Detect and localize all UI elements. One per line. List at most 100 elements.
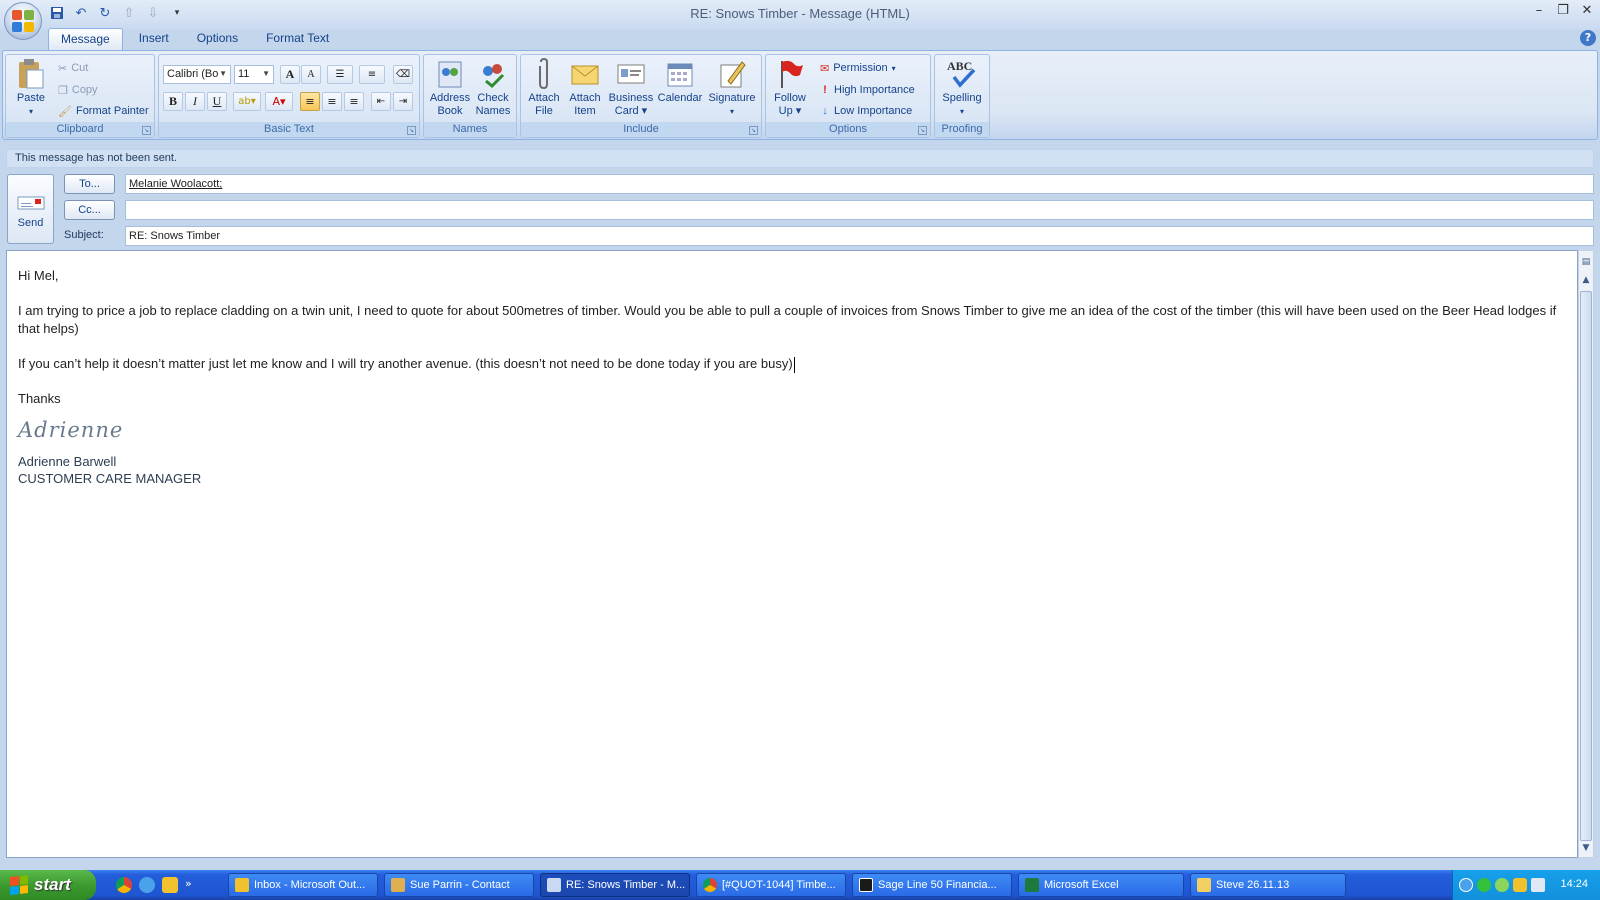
tray-collapse-icon[interactable] bbox=[1459, 878, 1473, 892]
security-icon[interactable] bbox=[1495, 878, 1509, 892]
calendar-button[interactable]: Calendar bbox=[655, 58, 705, 105]
paintbrush-icon: 🖌 bbox=[58, 105, 72, 118]
subject-field[interactable]: RE: Snows Timber bbox=[125, 226, 1594, 246]
task-folder[interactable]: Steve 26.11.13 bbox=[1190, 873, 1346, 897]
windows-logo-icon bbox=[10, 875, 28, 895]
restore-icon[interactable]: ❐ bbox=[1556, 3, 1570, 19]
minimize-icon[interactable]: – bbox=[1532, 3, 1546, 19]
clock: 14:24 bbox=[1560, 878, 1588, 890]
increase-indent-button[interactable]: ⇥ bbox=[393, 92, 413, 111]
vertical-scrollbar[interactable]: ▤ ▲ ▼ bbox=[1578, 250, 1594, 858]
attach-file-button[interactable]: Attach File bbox=[525, 58, 563, 118]
format-painter-button[interactable]: 🖌 Format Painter bbox=[58, 102, 149, 120]
cut-button[interactable]: ✂ Cut bbox=[58, 59, 88, 77]
italic-button[interactable]: I bbox=[185, 92, 205, 111]
signature-title: CUSTOMER CARE MANAGER bbox=[18, 471, 202, 486]
tab-message[interactable]: Message bbox=[48, 28, 123, 50]
outlook-icon[interactable] bbox=[162, 877, 178, 893]
copy-button[interactable]: ❐ Copy bbox=[58, 81, 98, 99]
outlook-tray-icon[interactable] bbox=[1513, 878, 1527, 892]
align-center-button[interactable]: ≡ bbox=[322, 92, 342, 111]
outlook-icon bbox=[235, 878, 249, 892]
volume-icon[interactable] bbox=[1531, 878, 1545, 892]
bullets-button[interactable]: ☰ bbox=[327, 65, 353, 84]
font-size-combo[interactable]: 11 ▼ bbox=[234, 65, 274, 84]
scroll-up-icon[interactable]: ▲ bbox=[1579, 273, 1593, 287]
font-color-button[interactable]: A▾ bbox=[265, 92, 293, 111]
task-chrome[interactable]: [#QUOT-1044] Timbe... bbox=[696, 873, 846, 897]
quick-launch: » bbox=[116, 877, 195, 893]
chrome-icon[interactable] bbox=[116, 877, 132, 893]
task-sage[interactable]: Sage Line 50 Financia... bbox=[852, 873, 1012, 897]
save-icon[interactable] bbox=[48, 4, 66, 22]
close-icon[interactable]: ✕ bbox=[1580, 3, 1594, 19]
cc-field[interactable] bbox=[125, 200, 1594, 220]
spelling-button[interactable]: ABC Spelling ▾ bbox=[937, 58, 987, 118]
send-icon bbox=[17, 195, 45, 214]
redo-icon[interactable]: ↻ bbox=[96, 4, 114, 22]
task-inbox[interactable]: Inbox - Microsoft Out... bbox=[228, 873, 378, 897]
clear-formatting-button[interactable]: ⌫ bbox=[393, 65, 413, 84]
greeting: Hi Mel, bbox=[18, 268, 59, 283]
business-card-button[interactable]: Business Card ▾ bbox=[607, 58, 655, 118]
scissors-icon: ✂ bbox=[58, 62, 68, 75]
tab-format-text[interactable]: Format Text bbox=[254, 28, 341, 50]
send-button[interactable]: Send bbox=[7, 174, 54, 244]
permission-button[interactable]: ✉ Permission ▾ bbox=[820, 59, 896, 77]
shrink-font-button[interactable]: A bbox=[301, 65, 321, 84]
underline-button[interactable]: U bbox=[207, 92, 227, 111]
signature-button[interactable]: Signature ▾ bbox=[706, 58, 758, 118]
to-button[interactable]: To... bbox=[64, 174, 115, 194]
message-body[interactable]: Hi Mel, I am trying to price a job to re… bbox=[6, 250, 1578, 858]
script-signature: Adrienne bbox=[18, 418, 124, 442]
customize-qat-icon[interactable]: ▾ bbox=[168, 4, 186, 22]
more-icon[interactable]: » bbox=[185, 877, 195, 893]
text-cursor bbox=[793, 356, 795, 373]
tab-options[interactable]: Options bbox=[185, 28, 250, 50]
basic-text-group-label: Basic Text bbox=[159, 122, 419, 137]
clipboard-group-label: Clipboard bbox=[6, 122, 154, 137]
cc-button[interactable]: Cc... bbox=[64, 200, 115, 220]
highlight-button[interactable]: ab▾ bbox=[233, 92, 261, 111]
body-paragraph-1: I am trying to price a job to replace cl… bbox=[18, 303, 1557, 336]
clipboard-dialog-launcher-icon[interactable]: ↘ bbox=[142, 126, 151, 135]
previous-item-icon[interactable]: ⇧ bbox=[120, 4, 138, 22]
internet-explorer-icon[interactable] bbox=[139, 877, 155, 893]
help-icon[interactable]: ? bbox=[1580, 30, 1596, 46]
basic-text-dialog-launcher-icon[interactable]: ↘ bbox=[407, 126, 416, 135]
paste-button[interactable]: Paste ▾ bbox=[10, 58, 52, 118]
task-contact[interactable]: Sue Parrin - Contact bbox=[384, 873, 534, 897]
undo-icon[interactable]: ↶ bbox=[72, 4, 90, 22]
attach-item-button[interactable]: Attach Item bbox=[565, 58, 605, 118]
to-field[interactable]: Melanie Woolacott; bbox=[125, 174, 1594, 194]
decrease-indent-button[interactable]: ⇤ bbox=[371, 92, 391, 111]
subject-label: Subject: bbox=[64, 229, 104, 241]
align-right-button[interactable]: ≡ bbox=[344, 92, 364, 111]
folder-icon bbox=[1197, 878, 1211, 892]
task-message[interactable]: RE: Snows Timber - M... bbox=[540, 873, 690, 897]
scroll-down-icon[interactable]: ▼ bbox=[1579, 841, 1593, 855]
office-button[interactable] bbox=[4, 2, 42, 40]
tab-insert[interactable]: Insert bbox=[127, 28, 181, 50]
chevron-down-icon: ▼ bbox=[262, 69, 270, 78]
font-name-combo[interactable]: Calibri (Bo ▼ bbox=[163, 65, 231, 84]
grow-font-button[interactable]: A bbox=[280, 65, 300, 84]
follow-up-button[interactable]: Follow Up ▾ bbox=[770, 58, 810, 118]
start-button[interactable]: start bbox=[0, 870, 96, 900]
include-dialog-launcher-icon[interactable]: ↘ bbox=[749, 126, 758, 135]
ruler-toggle-icon[interactable]: ▤ bbox=[1579, 255, 1593, 269]
numbering-button[interactable]: ≡ bbox=[359, 65, 385, 84]
align-left-button[interactable]: ≡ bbox=[300, 92, 320, 111]
scrollbar-thumb[interactable] bbox=[1580, 291, 1592, 841]
low-importance-button[interactable]: ↓ Low Importance bbox=[820, 102, 912, 120]
check-names-button[interactable]: Check Names bbox=[472, 58, 514, 118]
options-dialog-launcher-icon[interactable]: ↘ bbox=[918, 126, 927, 135]
task-excel[interactable]: Microsoft Excel bbox=[1018, 873, 1184, 897]
quick-access-toolbar: ↶ ↻ ⇧ ⇩ ▾ bbox=[48, 4, 186, 22]
window-controls: – ❐ ✕ bbox=[1532, 3, 1594, 19]
bold-button[interactable]: B bbox=[163, 92, 183, 111]
next-item-icon[interactable]: ⇩ bbox=[144, 4, 162, 22]
network-icon[interactable] bbox=[1477, 878, 1491, 892]
high-importance-button[interactable]: ! High Importance bbox=[820, 81, 915, 99]
address-book-button[interactable]: Address Book bbox=[428, 58, 472, 118]
